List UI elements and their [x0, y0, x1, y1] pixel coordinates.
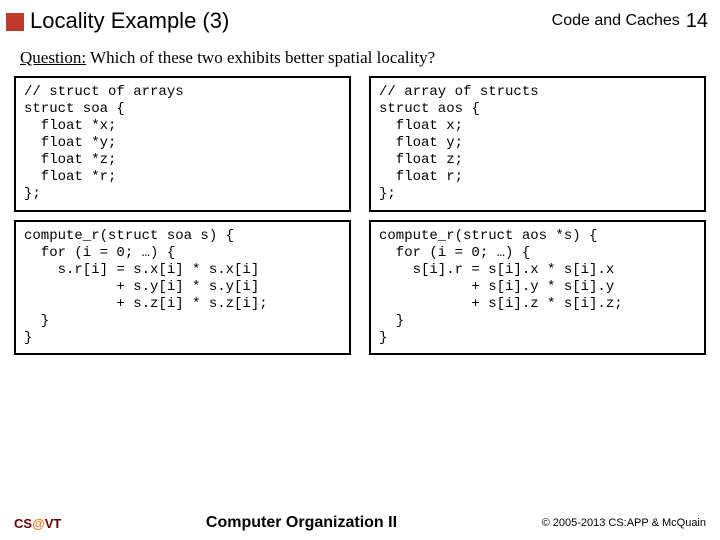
- page-number: 14: [686, 10, 708, 33]
- question-label: Question:: [20, 48, 86, 67]
- code-box-aos-struct: // array of structs struct aos { float x…: [369, 76, 706, 212]
- footer-right: © 2005-2013 CS:APP & McQuain: [542, 517, 706, 529]
- bullet-icon: [6, 13, 24, 31]
- code-box-soa-compute: compute_r(struct soa s) { for (i = 0; …)…: [14, 220, 351, 356]
- footer-cs: CS: [14, 516, 32, 531]
- section-label: Code and Caches: [552, 12, 680, 30]
- footer-left: CS@VT: [14, 516, 61, 531]
- code-row-top: // struct of arrays struct soa { float *…: [0, 76, 720, 212]
- question-body: Which of these two exhibits better spati…: [86, 48, 435, 67]
- slide-header: Locality Example (3) Code and Caches 14: [0, 0, 720, 38]
- at-icon: @: [32, 516, 45, 531]
- footer-center: Computer Organization II: [61, 514, 541, 532]
- footer-vt: VT: [45, 516, 62, 531]
- code-box-soa-struct: // struct of arrays struct soa { float *…: [14, 76, 351, 212]
- question-text: Question: Which of these two exhibits be…: [0, 38, 720, 76]
- slide-title: Locality Example (3): [30, 8, 552, 34]
- code-box-aos-compute: compute_r(struct aos *s) { for (i = 0; ……: [369, 220, 706, 356]
- code-row-bottom: compute_r(struct soa s) { for (i = 0; …)…: [0, 220, 720, 356]
- slide-footer: CS@VT Computer Organization II © 2005-20…: [0, 514, 720, 532]
